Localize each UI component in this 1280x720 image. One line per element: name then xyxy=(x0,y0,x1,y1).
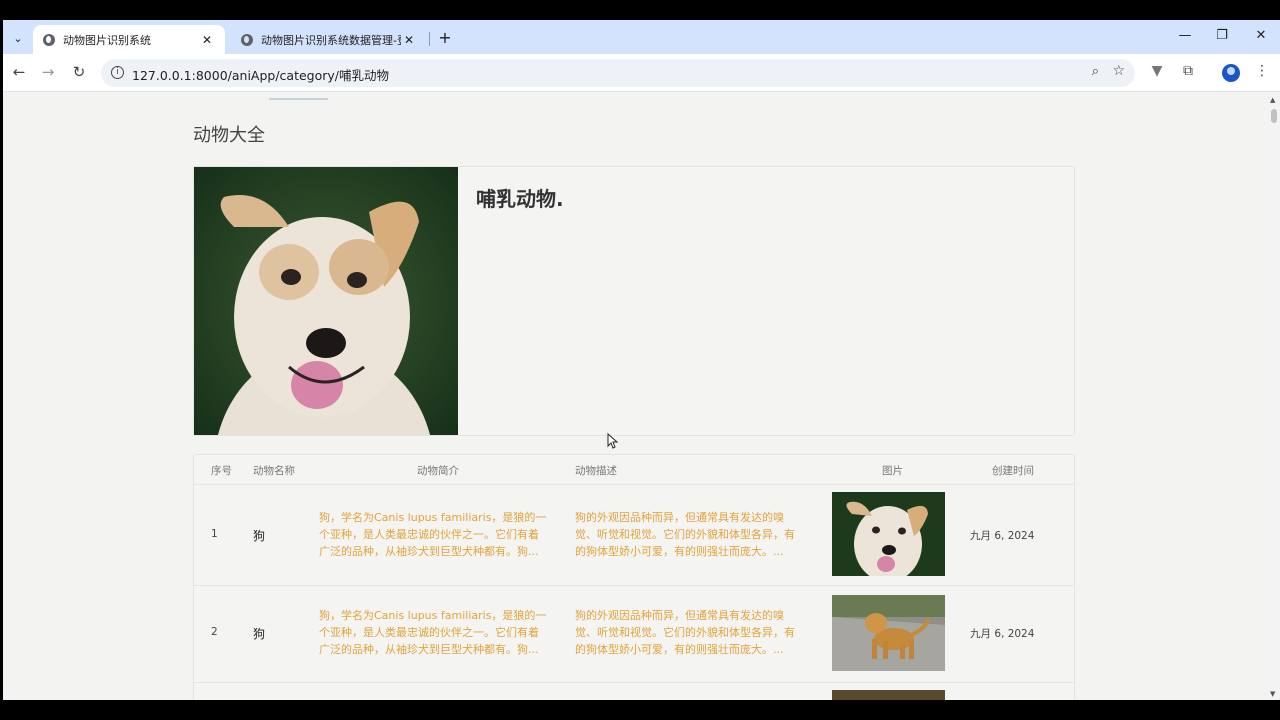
tab-divider xyxy=(429,32,430,46)
scroll-thumb[interactable] xyxy=(1271,109,1277,123)
row-image-partial[interactable] xyxy=(832,690,945,700)
profile-avatar[interactable] xyxy=(1222,64,1240,82)
reload-icon[interactable]: ↻ xyxy=(68,63,90,81)
tab-animal-recognition[interactable]: 动物图片识别系统 ✕ xyxy=(33,25,225,54)
back-icon[interactable]: ← xyxy=(8,63,30,81)
category-title: 哺乳动物. xyxy=(476,187,564,211)
row-intro: 狗，学名为Canis lupus familiaris，是狼的一个亚种，是人类最… xyxy=(319,609,547,656)
close-tab-icon[interactable]: ✕ xyxy=(401,33,417,47)
row-intro: 狗，学名为Canis lupus familiaris，是狼的一个亚种，是人类最… xyxy=(319,511,547,558)
scroll-down-icon[interactable]: ▼ xyxy=(1270,690,1275,698)
restore-icon[interactable]: ❐ xyxy=(1212,28,1232,43)
animal-table: 序号 动物名称 动物简介 动物描述 图片 创建时间 1 狗 狗，学名为Canis… xyxy=(193,454,1075,700)
screen: ⌄ 动物图片识别系统 ✕ 动物图片识别系统数据管理-登录 ✕ + — ❐ ✕ ←… xyxy=(0,0,1280,720)
page-content: 动物大全 哺乳动物. 序号 动物名称 动物简介 动物描述 图片 创建时间 1 狗… xyxy=(3,93,1268,700)
row-animal-name[interactable]: 狗 xyxy=(253,527,265,544)
extension-vue-icon[interactable]: ▼ xyxy=(1147,63,1167,79)
browser-window: ⌄ 动物图片识别系统 ✕ 动物图片识别系统数据管理-登录 ✕ + — ❐ ✕ ←… xyxy=(3,20,1280,700)
page-scrollbar[interactable]: ▲ ▼ xyxy=(1268,93,1280,700)
row-description: 狗的外观因品种而异，但通常具有发达的嗅觉、听觉和视觉。它们的外貌和体型各异，有的… xyxy=(575,609,795,656)
address-bar[interactable]: i 127.0.0.1:8000/aniApp/category/哺乳动物 ⌕ … xyxy=(101,59,1135,87)
table-row[interactable]: 2 狗 狗，学名为Canis lupus familiaris，是狼的一个亚种，… xyxy=(194,586,1074,682)
scroll-up-icon[interactable]: ▲ xyxy=(1270,96,1275,104)
category-image xyxy=(194,167,458,435)
site-info-icon[interactable]: i xyxy=(111,66,124,79)
close-window-icon[interactable]: ✕ xyxy=(1251,28,1271,43)
url-text[interactable]: 127.0.0.1:8000/aniApp/category/哺乳动物 xyxy=(132,65,389,84)
menu-kebab-icon[interactable]: ⋮ xyxy=(1252,63,1272,79)
browser-toolbar: ← → ↻ i 127.0.0.1:8000/aniApp/category/哺… xyxy=(3,54,1280,92)
tab-title: 动物图片识别系统 xyxy=(63,33,151,47)
mouse-cursor-icon xyxy=(607,433,619,449)
col-header-image: 图片 xyxy=(882,465,903,477)
close-tab-icon[interactable]: ✕ xyxy=(199,33,215,47)
col-header-description: 动物描述 xyxy=(575,465,617,477)
nav-active-indicator xyxy=(269,98,328,100)
row-image[interactable] xyxy=(832,595,945,671)
row-created-date: 九月 6, 2024 xyxy=(970,628,1035,640)
row-created-date: 九月 6, 2024 xyxy=(970,530,1035,542)
tab-title: 动物图片识别系统数据管理-登录 xyxy=(261,33,401,47)
row-index: 2 xyxy=(211,626,218,638)
col-header-created: 创建时间 xyxy=(992,465,1034,477)
category-hero-card: 哺乳动物. xyxy=(193,166,1075,436)
tab-strip: ⌄ 动物图片识别系统 ✕ 动物图片识别系统数据管理-登录 ✕ + — ❐ ✕ xyxy=(3,20,1280,54)
row-image[interactable] xyxy=(832,492,945,576)
table-row[interactable]: 1 狗 狗，学名为Canis lupus familiaris，是狼的一个亚种，… xyxy=(194,485,1074,585)
extensions-puzzle-icon[interactable]: ⧉ xyxy=(1178,63,1198,79)
page-title: 动物大全 xyxy=(193,125,265,146)
zoom-icon[interactable]: ⌕ xyxy=(1092,64,1099,79)
tab-search-icon[interactable]: ⌄ xyxy=(7,27,29,49)
globe-icon xyxy=(241,33,253,46)
tab-admin-login[interactable]: 动物图片识别系统数据管理-登录 ✕ xyxy=(231,25,427,54)
row-divider xyxy=(194,682,1074,683)
row-index: 1 xyxy=(211,528,218,540)
globe-icon xyxy=(43,33,55,46)
row-animal-name[interactable]: 狗 xyxy=(253,625,265,642)
row-description: 狗的外观因品种而异，但通常具有发达的嗅觉、听觉和视觉。它们的外貌和体型各异，有的… xyxy=(575,511,795,558)
minimize-icon[interactable]: — xyxy=(1175,28,1195,43)
col-header-name: 动物名称 xyxy=(253,465,295,477)
new-tab-icon[interactable]: + xyxy=(435,28,455,47)
col-header-intro: 动物简介 xyxy=(417,465,459,477)
bookmark-star-icon[interactable]: ☆ xyxy=(1112,63,1125,79)
forward-icon[interactable]: → xyxy=(37,63,59,81)
col-header-index: 序号 xyxy=(211,465,232,477)
